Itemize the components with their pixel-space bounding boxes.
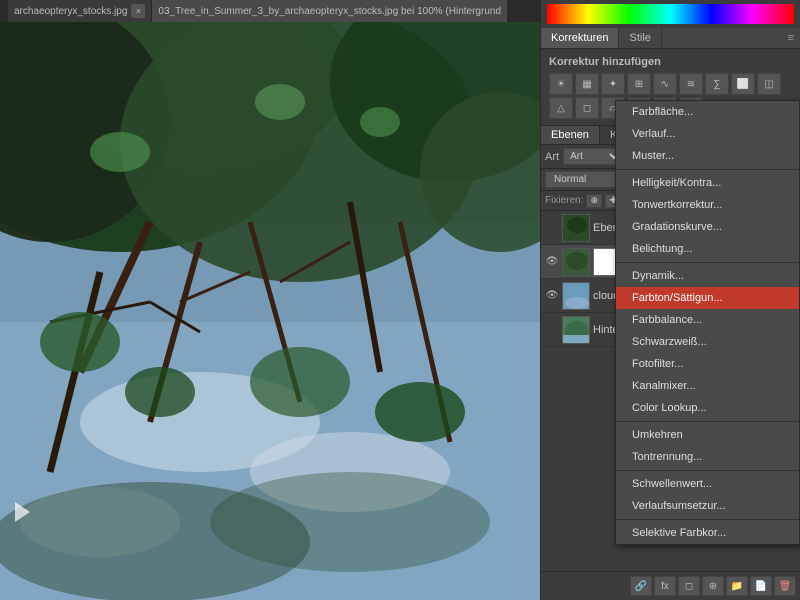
menu-dynamik[interactable]: Dynamik... bbox=[616, 265, 799, 287]
icon-invert[interactable]: ◻ bbox=[575, 97, 599, 119]
layer-eye-3[interactable]: 👁 bbox=[545, 289, 559, 303]
menu-muster[interactable]: Muster... bbox=[616, 145, 799, 167]
btn-fx[interactable]: fx bbox=[654, 576, 676, 596]
menu-verlauf[interactable]: Verlauf... bbox=[616, 123, 799, 145]
tab-stile[interactable]: Stile bbox=[619, 28, 661, 48]
menu-gradation[interactable]: Gradationskurve... bbox=[616, 216, 799, 238]
tab-ebenen[interactable]: Ebenen bbox=[541, 126, 600, 144]
canvas-image bbox=[0, 22, 540, 600]
menu-colorlookup[interactable]: Color Lookup... bbox=[616, 397, 799, 419]
icon-curves[interactable]: ✦ bbox=[601, 73, 625, 95]
fixieren-label: Fixieren: bbox=[545, 195, 583, 206]
menu-farbbalance[interactable]: Farbbalance... bbox=[616, 309, 799, 331]
btn-adjustment[interactable]: ⊕ bbox=[702, 576, 724, 596]
menu-farbflaeche[interactable]: Farbfläche... bbox=[616, 101, 799, 123]
menu-helligkeit[interactable]: Helligkeit/Kontra... bbox=[616, 172, 799, 194]
layer-thumbnail-1 bbox=[562, 214, 590, 242]
btn-link[interactable]: 🔗 bbox=[630, 576, 652, 596]
color-bar bbox=[547, 4, 794, 24]
separator-2 bbox=[616, 262, 799, 263]
panel-dropdown[interactable]: ≡ bbox=[782, 30, 800, 46]
context-menu: Farbfläche... Verlauf... Muster... Helli… bbox=[615, 100, 800, 545]
btn-group[interactable]: 📁 bbox=[726, 576, 748, 596]
menu-selektiv[interactable]: Selektive Farbkor... bbox=[616, 522, 799, 544]
menu-verlaufsumset[interactable]: Verlaufsumsetzur... bbox=[616, 495, 799, 517]
tree-svg bbox=[0, 22, 540, 600]
menu-farbton[interactable]: Farbton/Sättigun... bbox=[616, 287, 799, 309]
right-panel: Korrekturen Stile ≡ Korrektur hinzufügen… bbox=[540, 0, 800, 600]
tab-close-1[interactable]: × bbox=[131, 4, 145, 18]
main-container: archaeopteryx_stocks.jpg × 03_Tree_in_Su… bbox=[0, 0, 800, 600]
btn-delete[interactable]: 🗑 bbox=[774, 576, 796, 596]
icon-colorbalance[interactable]: ∑ bbox=[705, 73, 729, 95]
layer-thumbnail-2 bbox=[562, 248, 590, 276]
separator-4 bbox=[616, 470, 799, 471]
icon-hue[interactable]: ≋ bbox=[679, 73, 703, 95]
fix-icon-move[interactable]: ⊕ bbox=[586, 194, 602, 208]
menu-tontrennung[interactable]: Tontrennung... bbox=[616, 446, 799, 468]
icon-photofilter[interactable]: ◫ bbox=[757, 73, 781, 95]
menu-tonwert[interactable]: Tonwertkorrektur... bbox=[616, 194, 799, 216]
separator-5 bbox=[616, 519, 799, 520]
section-title: Korrektur hinzufügen bbox=[545, 53, 796, 71]
layer-thumbnail-3 bbox=[562, 282, 590, 310]
stile-label: Stile bbox=[629, 32, 650, 44]
menu-belichtung[interactable]: Belichtung... bbox=[616, 238, 799, 260]
tab-label-1: archaeopteryx_stocks.jpg bbox=[14, 6, 127, 17]
tab-archaeopteryx[interactable]: archaeopteryx_stocks.jpg × bbox=[8, 0, 152, 22]
icon-channelmixer[interactable]: △ bbox=[549, 97, 573, 119]
menu-kanalmixer[interactable]: Kanalmixer... bbox=[616, 375, 799, 397]
btn-new[interactable]: 📄 bbox=[750, 576, 772, 596]
korrekturen-label: Korrekturen bbox=[551, 32, 608, 44]
canvas-area: archaeopteryx_stocks.jpg × 03_Tree_in_Su… bbox=[0, 0, 540, 600]
menu-schwellenwert[interactable]: Schwellenwert... bbox=[616, 473, 799, 495]
top-tabs-row: Korrekturen Stile ≡ bbox=[541, 28, 800, 49]
btn-mask[interactable]: ◻ bbox=[678, 576, 700, 596]
separator-1 bbox=[616, 169, 799, 170]
search-label: Art bbox=[545, 151, 559, 163]
layer-thumbnail-4 bbox=[562, 316, 590, 344]
tab-label-2: 03_Tree_in_Summer_3_by_archaeopteryx_sto… bbox=[158, 6, 501, 17]
panel-bottom: 🔗 fx ◻ ⊕ 📁 📄 🗑 bbox=[541, 571, 800, 600]
icon-sun[interactable]: ☀ bbox=[549, 73, 573, 95]
window-bar: archaeopteryx_stocks.jpg × 03_Tree_in_Su… bbox=[0, 0, 540, 22]
icon-exposure[interactable]: ⊞ bbox=[627, 73, 651, 95]
tab-korrekturen[interactable]: Korrekturen bbox=[541, 28, 619, 48]
icon-bw[interactable]: ⬜ bbox=[731, 73, 755, 95]
icon-vibrance[interactable]: ∿ bbox=[653, 73, 677, 95]
menu-umkehren[interactable]: Umkehren bbox=[616, 424, 799, 446]
icon-levels[interactable]: ▦ bbox=[575, 73, 599, 95]
layer-eye-2[interactable]: 👁 bbox=[545, 255, 559, 269]
menu-schwarzweiss[interactable]: Schwarzweiß... bbox=[616, 331, 799, 353]
tab-tree[interactable]: 03_Tree_in_Summer_3_by_archaeopteryx_sto… bbox=[152, 0, 508, 22]
separator-3 bbox=[616, 421, 799, 422]
menu-fotofilter[interactable]: Fotofilter... bbox=[616, 353, 799, 375]
